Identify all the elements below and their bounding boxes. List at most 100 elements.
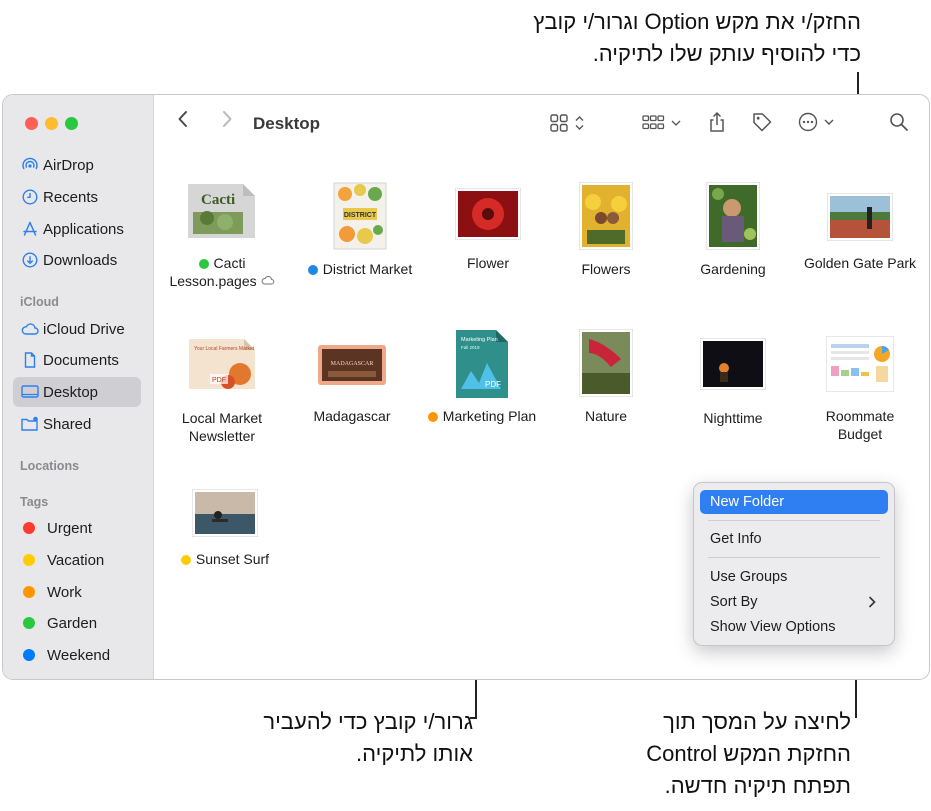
chevron-right-icon: [869, 596, 876, 608]
menu-item-get-info[interactable]: Get Info: [700, 527, 888, 551]
sidebar-item-label: Recents: [43, 188, 99, 206]
file-item[interactable]: Nighttime: [670, 338, 796, 427]
sidebar-item-label: Urgent: [47, 519, 93, 537]
file-item[interactable]: Golden Gate Park: [797, 193, 923, 272]
pages-document-thumbnail: Cacti: [188, 184, 255, 238]
sidebar-tag-vacation[interactable]: Vacation: [13, 545, 141, 575]
numbers-spreadsheet-thumbnail: [826, 336, 894, 392]
image-thumbnail: [455, 188, 521, 240]
search-icon: [890, 113, 908, 131]
image-thumbnail: [579, 329, 633, 397]
file-item[interactable]: Flowers: [543, 182, 669, 278]
minimize-button[interactable]: [45, 117, 58, 130]
callout-bottom-left-leader-h: [470, 717, 477, 719]
callout-bottom-left-line2: אותו לתיקיה.: [356, 741, 473, 766]
thumb-cacti-text: Cacti: [201, 192, 235, 208]
clock-icon: [17, 188, 43, 206]
sidebar-item-documents[interactable]: Documents: [13, 345, 141, 375]
pages-document-thumbnail: DISTRICT: [333, 182, 387, 250]
sidebar-item-downloads[interactable]: Downloads: [13, 245, 141, 275]
file-name: Madagascar: [313, 408, 391, 424]
menu-item-show-view-options[interactable]: Show View Options: [700, 615, 888, 639]
sidebar-item-label: Downloads: [43, 251, 118, 269]
tag-button[interactable]: [751, 111, 773, 133]
cloud-icon: [17, 320, 43, 338]
menu-item-new-folder[interactable]: New Folder: [700, 490, 888, 514]
chevron-left-icon: [178, 111, 187, 127]
file-item[interactable]: Your Local Farmers Market PDF Local Mark…: [159, 338, 285, 445]
file-item[interactable]: DISTRICT District Market: [297, 182, 423, 278]
file-name: Roommate: [825, 408, 895, 424]
image-thumbnail: [827, 193, 893, 241]
menu-separator: [708, 557, 880, 558]
file-item[interactable]: Marketing Plan Fall 2019 PDF Marketing P…: [419, 329, 545, 425]
image-thumbnail: [192, 489, 258, 537]
file-item[interactable]: Cacti Cacti Lesson.pages: [159, 182, 285, 290]
share-button[interactable]: [707, 111, 727, 133]
sidebar-item-label: iCloud Drive: [43, 320, 125, 338]
file-item[interactable]: Gardening: [670, 182, 796, 278]
sidebar-item-recents[interactable]: Recents: [13, 182, 141, 212]
sidebar-item-label: Work: [47, 583, 82, 601]
file-name-line2: Budget: [837, 426, 883, 442]
callout-top-line2: כדי להוסיף עותק שלו לתיקיה.: [592, 41, 861, 66]
file-item[interactable]: Flower: [425, 188, 551, 272]
context-menu: New Folder Get Info Use Groups Sort By S…: [693, 482, 895, 646]
sidebar-tag-work[interactable]: Work: [13, 577, 141, 607]
sidebar-item-label: Desktop: [43, 383, 99, 401]
tag-dot: [427, 412, 438, 422]
sidebar-item-applications[interactable]: Applications: [13, 214, 141, 244]
menu-item-use-groups[interactable]: Use Groups: [700, 565, 888, 589]
pdf-document-thumbnail: Your Local Farmers Market PDF: [189, 339, 255, 389]
download-icon: [17, 251, 43, 269]
tag-dot: [307, 265, 318, 275]
file-item[interactable]: Sunset Surf: [162, 489, 288, 568]
ellipsis-circle-icon: [798, 112, 834, 132]
search-button[interactable]: [889, 112, 909, 132]
thumb-pdf-label: PDF: [485, 380, 501, 389]
callout-bottom-left: גרור/י קובץ כדי להעביר אותו לתיקיה.: [263, 706, 473, 770]
file-name-line2: Lesson.pages: [169, 273, 257, 289]
share-icon: [710, 111, 724, 132]
sidebar-item-label: Garden: [47, 614, 98, 632]
callout-bottom-left-line1: גרור/י קובץ כדי להעביר: [263, 709, 473, 734]
file-item[interactable]: MADAGASCAR Madagascar: [289, 345, 415, 425]
group-grid-icon: [642, 115, 681, 130]
shared-folder-icon: [17, 415, 43, 433]
back-button[interactable]: [176, 109, 190, 129]
group-button[interactable]: [642, 113, 684, 133]
sidebar-item-label: Vacation: [47, 551, 105, 569]
sidebar-tag-urgent[interactable]: Urgent: [13, 513, 141, 543]
sidebar-item-airdrop[interactable]: AirDrop: [13, 150, 141, 180]
icon-view-grid-icon: [550, 114, 584, 132]
sidebar-item-shared[interactable]: Shared: [13, 409, 141, 439]
file-name: District Market: [322, 261, 413, 277]
file-name: Flower: [466, 255, 509, 271]
forward-button[interactable]: [220, 109, 234, 129]
action-button[interactable]: [798, 112, 840, 132]
sidebar-item-desktop[interactable]: Desktop: [13, 377, 141, 407]
sidebar-item-icloud-drive[interactable]: iCloud Drive: [13, 314, 141, 344]
sidebar-heading-tags: Tags: [20, 495, 49, 509]
file-name: Sunset Surf: [195, 551, 270, 567]
file-item[interactable]: Roommate Budget: [797, 336, 923, 443]
cloud-download-icon: [261, 276, 274, 285]
close-button[interactable]: [25, 117, 38, 130]
view-mode-button[interactable]: [550, 113, 590, 133]
document-icon: [17, 351, 43, 369]
sidebar-tag-garden[interactable]: Garden: [13, 608, 141, 638]
menu-item-sort-by[interactable]: Sort By: [700, 590, 888, 614]
desktop-icon: [17, 383, 43, 401]
zoom-button[interactable]: [65, 117, 78, 130]
thumb-pdf-label: PDF: [212, 377, 226, 384]
tag-icon: [753, 113, 772, 132]
sidebar-tag-weekend[interactable]: Weekend: [13, 640, 141, 670]
file-name: Golden Gate Park: [803, 255, 917, 271]
thumb-local-title: Your Local Farmers Market: [194, 346, 255, 352]
tag-dot: [180, 555, 191, 565]
file-item[interactable]: Nature: [543, 329, 669, 425]
callout-top: החזק/י את מקש Option וגרור/י קובץ כדי לה…: [533, 6, 861, 70]
window-title: Desktop: [253, 114, 321, 133]
toolbar: Desktop: [154, 95, 929, 153]
tag-color-dot: [23, 586, 35, 598]
